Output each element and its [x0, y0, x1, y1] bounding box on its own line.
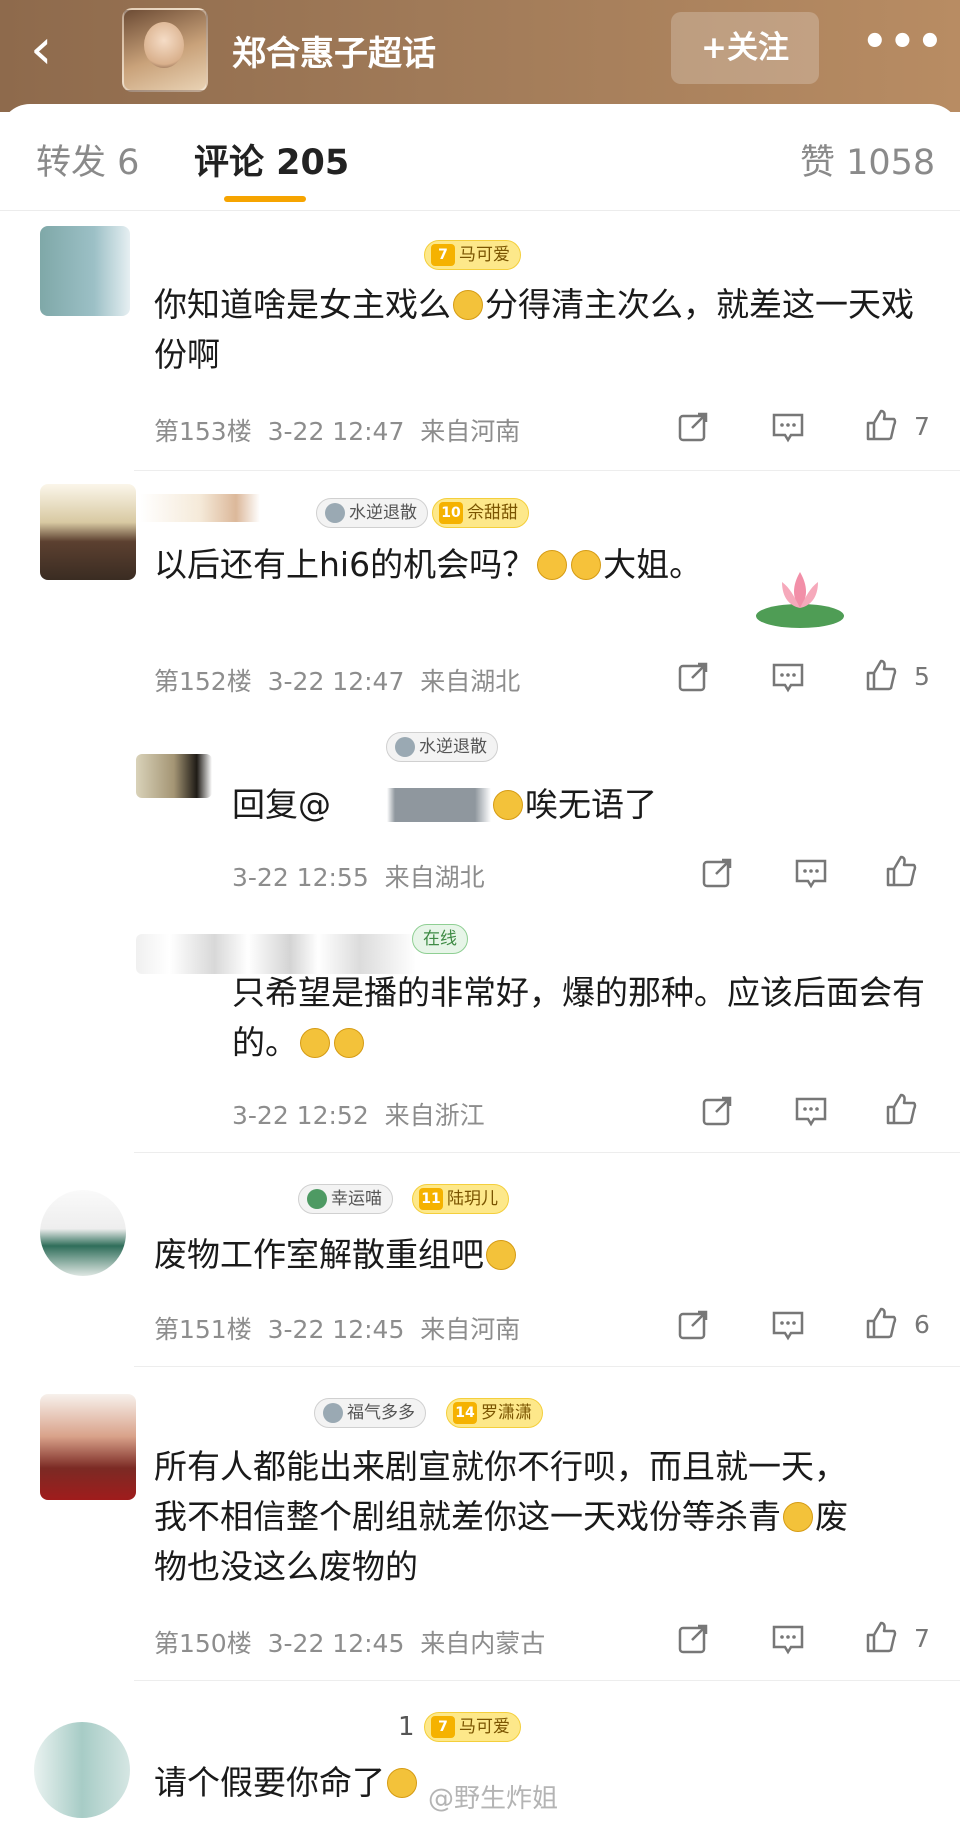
avatar[interactable]	[136, 754, 212, 798]
laughing-emoji-icon	[300, 1028, 330, 1058]
tab-comments[interactable]: 评论 205	[194, 134, 349, 185]
topic-avatar-face	[144, 22, 184, 68]
follow-button[interactable]: +关注	[671, 12, 819, 84]
avatar[interactable]	[40, 484, 136, 580]
like-thumb-icon[interactable]	[864, 658, 898, 692]
tabs-divider	[0, 210, 960, 211]
blurred-username	[140, 494, 260, 522]
online-status-badge: 在线	[412, 924, 468, 954]
comment-text: 以后还有上hi6的机会吗？ 大姐。	[154, 545, 703, 584]
reply-text: 只希望是播的非常好，爆的那种。应该后面会有的。	[232, 973, 925, 1062]
reply-icon[interactable]	[794, 856, 828, 890]
share-icon[interactable]	[700, 1094, 734, 1128]
reply-icon[interactable]	[771, 660, 805, 694]
like-thumb-icon[interactable]	[864, 1620, 898, 1654]
tab-bar: 转发 6 评论 205 赞 1058	[0, 104, 960, 211]
crying-emoji-icon	[493, 790, 523, 820]
comment-meta: 第153楼 3-22 12:47 来自河南	[154, 417, 521, 446]
share-icon[interactable]	[676, 1622, 710, 1656]
share-icon[interactable]	[676, 660, 710, 694]
thinking-emoji-icon	[453, 290, 483, 320]
avatar[interactable]	[40, 1394, 136, 1500]
fan-level-badge: 10 佘甜甜	[432, 498, 529, 528]
like-count: 7	[914, 412, 930, 441]
medal-icon	[395, 737, 415, 757]
share-icon[interactable]	[676, 410, 710, 444]
reply-icon[interactable]	[771, 1622, 805, 1656]
weibo-watermark: @野生炸姐	[428, 1784, 559, 1814]
crying-emoji-icon	[537, 550, 568, 580]
like-count: 7	[914, 1624, 930, 1653]
like-count: 6	[914, 1310, 930, 1339]
comment-divider	[134, 470, 960, 471]
thinking-emoji-icon	[387, 1768, 417, 1798]
smirk-emoji-icon	[783, 1502, 813, 1532]
medal-badge: 水逆退散	[386, 732, 498, 762]
comment-divider	[134, 1366, 960, 1367]
comment-text: 你知道啥是女主戏么 分得清主次么，就差这一天戏份啊	[154, 285, 914, 374]
back-arrow-icon[interactable]: ‹	[30, 20, 80, 80]
like-thumb-icon[interactable]	[884, 1092, 918, 1126]
username-fragment: 1	[398, 1712, 415, 1742]
reply-icon[interactable]	[771, 1308, 805, 1342]
medal-badge: 水逆退散	[316, 498, 428, 528]
lotus-sticker-icon	[756, 572, 844, 628]
comment-text: 所有人都能出来剧宣就你不行呗，而且就一天， 我不相信整个剧组就差你这一天戏份等杀…	[154, 1447, 848, 1586]
like-thumb-icon[interactable]	[884, 854, 918, 888]
tab-repost[interactable]: 转发 6	[36, 134, 139, 185]
comment-meta: 第152楼 3-22 12:47 来自湖北	[154, 667, 521, 696]
active-tab-indicator	[224, 196, 306, 202]
avatar[interactable]	[40, 1190, 126, 1276]
share-icon[interactable]	[700, 856, 734, 890]
like-thumb-icon[interactable]	[864, 408, 898, 442]
tab-likes[interactable]: 赞 1058	[800, 134, 935, 185]
reply-meta: 3-22 12:52 来自浙江	[232, 1101, 485, 1130]
fan-level-badge: 14 罗潇潇	[446, 1398, 543, 1428]
topic-title[interactable]: 郑合惠子超话	[232, 26, 436, 75]
medal-icon	[325, 503, 345, 523]
laughing-emoji-icon	[334, 1028, 364, 1058]
crying-emoji-icon	[571, 550, 602, 580]
comment-divider	[134, 1152, 960, 1153]
reply-meta: 3-22 12:55 来自湖北	[232, 863, 485, 892]
more-options-icon[interactable]: •••	[862, 22, 943, 72]
comment-meta: 第151楼 3-22 12:45 来自河南	[154, 1315, 521, 1344]
fan-level-badge: 7 马可爱	[424, 240, 521, 270]
medal-badge: 幸运喵	[298, 1184, 393, 1214]
blurred-mention	[331, 788, 491, 822]
cat-medal-icon	[307, 1189, 327, 1209]
comment-text: 废物工作室解散重组吧	[154, 1230, 854, 1280]
reply-text: 回复@ 唉无语了	[232, 785, 657, 824]
reply-icon[interactable]	[794, 1094, 828, 1128]
top-bar: ‹ 郑合惠子超话 +关注 •••	[0, 0, 960, 112]
fan-level-badge: 11 陆玥儿	[412, 1184, 509, 1214]
thinking-emoji-icon	[486, 1240, 516, 1270]
like-thumb-icon[interactable]	[864, 1306, 898, 1340]
topic-avatar[interactable]	[122, 8, 208, 92]
avatar[interactable]	[34, 1722, 130, 1818]
swirl-medal-icon	[323, 1403, 343, 1423]
comment-meta: 第150楼 3-22 12:45 来自内蒙古	[154, 1629, 546, 1658]
share-icon[interactable]	[676, 1308, 710, 1342]
comment-divider	[134, 1680, 960, 1681]
fan-level-badge: 7 马可爱	[424, 1712, 521, 1742]
avatar[interactable]	[40, 226, 130, 316]
like-count: 5	[914, 662, 930, 691]
reply-icon[interactable]	[771, 410, 805, 444]
medal-badge: 福气多多	[314, 1398, 426, 1428]
